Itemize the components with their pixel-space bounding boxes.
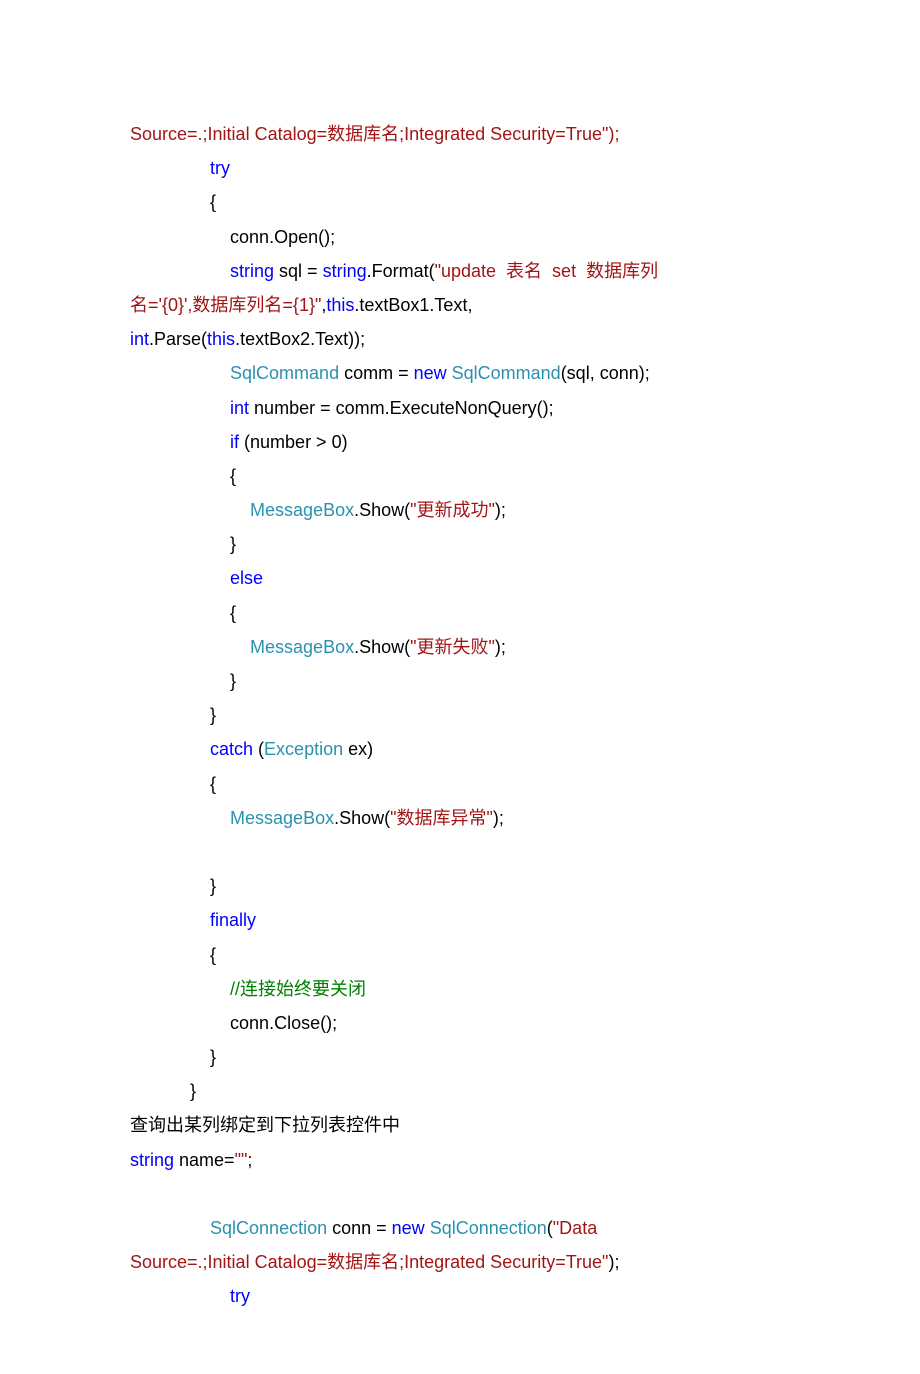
code-type: SqlCommand [230, 363, 339, 383]
code-text: ( [253, 739, 264, 759]
code-text: .Show( [334, 808, 390, 828]
code-keyword-string: string [323, 261, 367, 281]
code-text: .Show( [354, 637, 410, 657]
code-type: MessageBox [250, 500, 354, 520]
code-text: .textBox2.Text)); [235, 329, 365, 349]
code-text: ); [495, 637, 506, 657]
code-brace: } [130, 1047, 216, 1067]
document-page: Source=.;Initial Catalog=数据库名;Integrated… [0, 0, 920, 1374]
code-type: SqlConnection [430, 1218, 547, 1238]
code-text: comm = [339, 363, 414, 383]
code-text: conn = [327, 1218, 392, 1238]
code-text: ex) [343, 739, 373, 759]
heading-text: 查询出某列绑定到下拉列表控件中 [130, 1115, 400, 1135]
code-text: ); [495, 500, 506, 520]
code-text: .Parse( [149, 329, 207, 349]
code-text: sql = [274, 261, 323, 281]
code-string: "数据库异常" [390, 808, 493, 828]
code-block: Source=.;Initial Catalog=数据库名;Integrated… [130, 117, 790, 1314]
code-type: Exception [264, 739, 343, 759]
code-string: "" [235, 1150, 248, 1170]
code-string: Source=.;Initial Catalog=数据库名;Integrated… [130, 1252, 608, 1272]
code-keyword-int: int [130, 329, 149, 349]
code-string: "更新失败" [410, 637, 495, 657]
code-keyword-this: this [207, 329, 235, 349]
code-text: (number > 0) [239, 432, 348, 452]
code-keyword-string: string [230, 261, 274, 281]
code-brace: { [130, 192, 216, 212]
code-text: .Format( [367, 261, 435, 281]
code-keyword-try: try [210, 158, 230, 178]
code-keyword-string: string [130, 1150, 174, 1170]
code-keyword-try: try [230, 1286, 250, 1306]
code-text: .Show( [354, 500, 410, 520]
code-text: number = comm.ExecuteNonQuery(); [249, 398, 554, 418]
code-string: "update 表名 set 数据库列 [435, 261, 658, 281]
code-keyword-int: int [230, 398, 249, 418]
code-keyword-catch: catch [210, 739, 253, 759]
code-brace: } [130, 705, 216, 725]
code-keyword-finally: finally [210, 910, 256, 930]
code-brace: { [130, 774, 216, 794]
code-type: MessageBox [250, 637, 354, 657]
code-brace: { [130, 945, 216, 965]
code-keyword-else: else [230, 568, 263, 588]
code-brace: } [130, 1081, 196, 1101]
code-keyword-new: new [414, 363, 447, 383]
code-keyword-if: if [230, 432, 239, 452]
code-brace: } [130, 876, 216, 896]
code-comment: //连接始终要关闭 [230, 979, 366, 999]
code-string: "Data [553, 1218, 602, 1238]
code-text: conn.Open(); [130, 227, 335, 247]
code-type: SqlConnection [210, 1218, 327, 1238]
code-text: ); [608, 1252, 619, 1272]
code-string: "更新成功" [410, 500, 495, 520]
code-text: ; [247, 1150, 252, 1170]
code-keyword-new: new [392, 1218, 425, 1238]
code-brace: { [130, 603, 236, 623]
code-text: .textBox1.Text, [354, 295, 472, 315]
code-text: conn.Close(); [130, 1013, 337, 1033]
code-type: SqlCommand [452, 363, 561, 383]
code-keyword-this: this [326, 295, 354, 315]
code-brace: { [130, 466, 236, 486]
code-text: Source=.;Initial Catalog=数据库名;Integrated… [130, 124, 619, 144]
code-brace: } [130, 671, 236, 691]
code-type: MessageBox [230, 808, 334, 828]
code-brace: } [130, 534, 236, 554]
code-text: (sql, conn); [561, 363, 650, 383]
code-text: ); [493, 808, 504, 828]
code-string: 名='{0}',数据库列名={1}" [130, 295, 321, 315]
code-text: name= [174, 1150, 235, 1170]
